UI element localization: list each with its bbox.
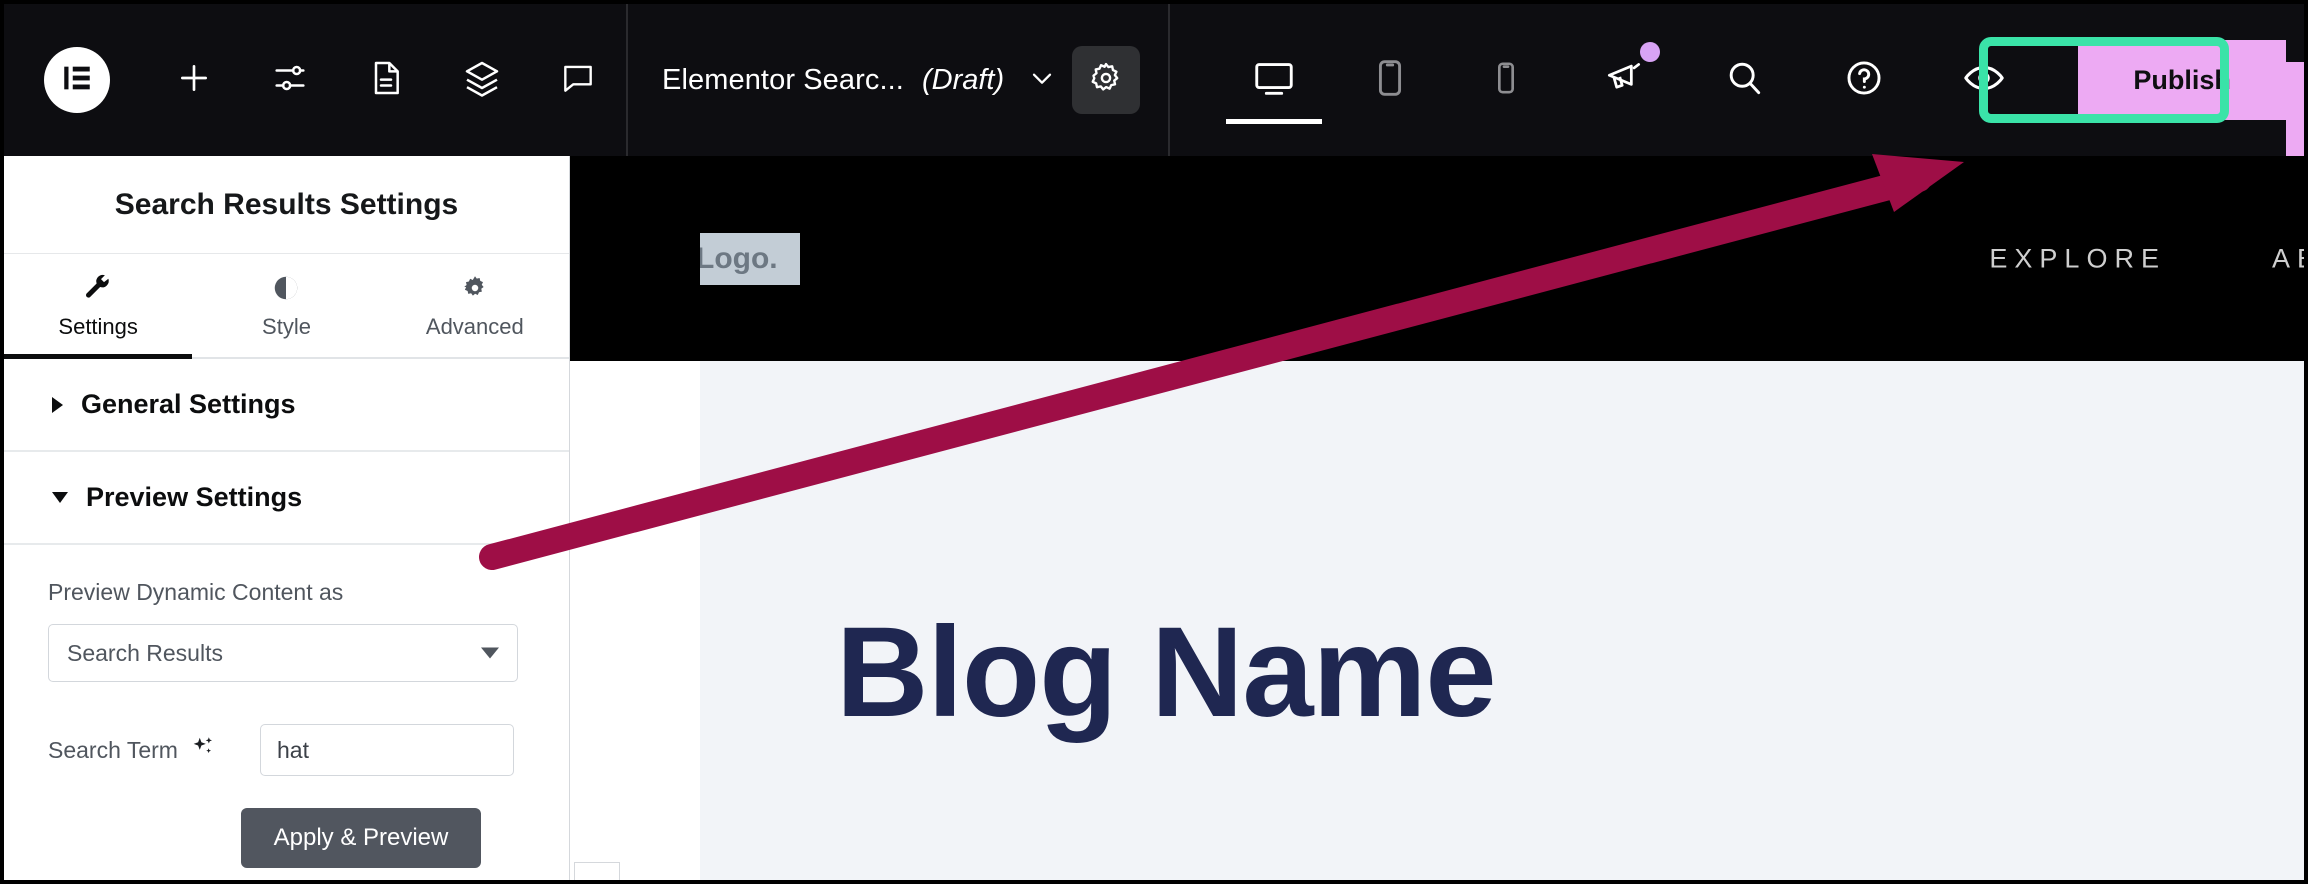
document-settings-button[interactable]: [1072, 46, 1141, 114]
device-mobile-button[interactable]: [1458, 4, 1554, 156]
preview-settings-body: Preview Dynamic Content as Search Result…: [4, 545, 569, 868]
settings-panel-tabs: Settings Style Advanced: [4, 254, 569, 359]
comment-icon: [559, 59, 597, 102]
search-term-row: Search Term: [48, 724, 525, 776]
dynamic-content-select[interactable]: Search Results: [48, 624, 518, 682]
publish-group: Publish: [2078, 4, 2304, 156]
contrast-icon: [271, 272, 301, 304]
search-icon: [1722, 56, 1766, 105]
chevron-down-icon: [481, 647, 499, 659]
tab-settings-label: Settings: [58, 313, 138, 339]
settings-panel: Search Results Settings Settings Style A…: [4, 156, 620, 880]
editor-top-bar: Elementor Searc... (Draft) Publish: [4, 4, 2304, 156]
page-settings-button[interactable]: [354, 48, 418, 112]
structure-button[interactable]: [450, 48, 514, 112]
top-bar-tools-group: [4, 4, 626, 156]
preview-changes-button[interactable]: [1952, 48, 2016, 112]
eye-icon: [1961, 55, 2007, 106]
section-preview-settings-label: Preview Settings: [86, 482, 303, 512]
plus-icon: [174, 58, 214, 103]
search-term-input[interactable]: [260, 724, 514, 776]
sliders-icon: [270, 58, 310, 103]
notification-badge: [1640, 42, 1661, 62]
section-preview-settings[interactable]: Preview Settings: [4, 452, 569, 545]
tab-advanced-label: Advanced: [425, 313, 524, 339]
dynamic-content-label: Preview Dynamic Content as: [48, 579, 344, 605]
blog-title-heading[interactable]: Blog Name: [836, 599, 1497, 746]
tablet-icon: [1367, 55, 1413, 106]
page-preview-canvas[interactable]: Logo. EXPLORE AB Blog Name: [570, 156, 2304, 880]
document-status-badge: (Draft): [921, 63, 1005, 96]
canvas-left-gutter-header: [570, 156, 700, 361]
ai-sparkle-icon[interactable]: [190, 734, 216, 766]
add-element-button[interactable]: [162, 48, 226, 112]
tab-style-label: Style: [262, 313, 311, 339]
document-menu-button[interactable]: [1026, 62, 1058, 99]
device-tablet-button[interactable]: [1342, 4, 1438, 156]
desktop-icon: [1251, 55, 1297, 106]
chevron-right-icon: [52, 396, 63, 413]
nav-item-about[interactable]: AB: [2272, 243, 2304, 274]
elementor-editor-window: Elementor Searc... (Draft) Publish Logo.…: [0, 0, 2308, 884]
mobile-icon: [1486, 58, 1526, 103]
dynamic-content-value: Search Results: [67, 639, 223, 666]
tab-advanced[interactable]: Advanced: [381, 254, 569, 357]
section-general-settings[interactable]: General Settings: [4, 359, 569, 452]
apply-and-preview-button[interactable]: Apply & Preview: [241, 808, 481, 868]
document-group: Elementor Searc... (Draft): [628, 4, 1168, 156]
chevron-down-icon: [52, 492, 68, 503]
finder-button[interactable]: [1712, 48, 1776, 112]
settings-panel-header: Search Results Settings: [4, 156, 569, 254]
site-settings-button[interactable]: [258, 48, 322, 112]
whats-new-button[interactable]: [1592, 42, 1661, 112]
wrench-icon: [83, 272, 113, 304]
device-preview-group: [1170, 4, 1564, 156]
top-bar-actions-group: Publish: [1564, 4, 2304, 156]
search-term-label-group: Search Term: [48, 734, 248, 766]
help-button[interactable]: [1832, 48, 1896, 112]
document-title[interactable]: Elementor Searc...: [662, 64, 904, 97]
panel-resize-handle[interactable]: [574, 862, 620, 880]
gear-icon: [1087, 59, 1125, 102]
section-general-settings-label: General Settings: [81, 389, 296, 419]
device-active-indicator: [1226, 119, 1323, 124]
megaphone-icon: [1602, 56, 1646, 105]
chevron-down-icon: [1026, 62, 1058, 99]
elementor-logo-icon: [60, 61, 94, 100]
site-nav: EXPLORE AB: [1989, 243, 2304, 274]
notes-button[interactable]: [546, 48, 610, 112]
apply-preview-row: Apply & Preview: [48, 808, 525, 868]
tab-style[interactable]: Style: [192, 254, 380, 357]
page-title: Search Results Settings: [114, 187, 459, 221]
question-circle-icon: [1842, 56, 1886, 105]
publish-options-button[interactable]: [2286, 62, 2304, 156]
device-desktop-button[interactable]: [1226, 4, 1323, 156]
publish-button[interactable]: Publish: [2078, 40, 2287, 120]
document-icon: [366, 58, 406, 103]
elementor-logo-button[interactable]: [44, 47, 110, 113]
site-header: Logo. EXPLORE AB: [570, 156, 2304, 361]
search-term-label: Search Term: [48, 736, 178, 763]
layers-icon: [462, 58, 502, 103]
site-main-content: Blog Name: [570, 361, 2304, 880]
tab-settings[interactable]: Settings: [4, 254, 193, 359]
nav-item-explore[interactable]: EXPLORE: [1989, 243, 2166, 274]
gear-icon: [460, 272, 490, 304]
